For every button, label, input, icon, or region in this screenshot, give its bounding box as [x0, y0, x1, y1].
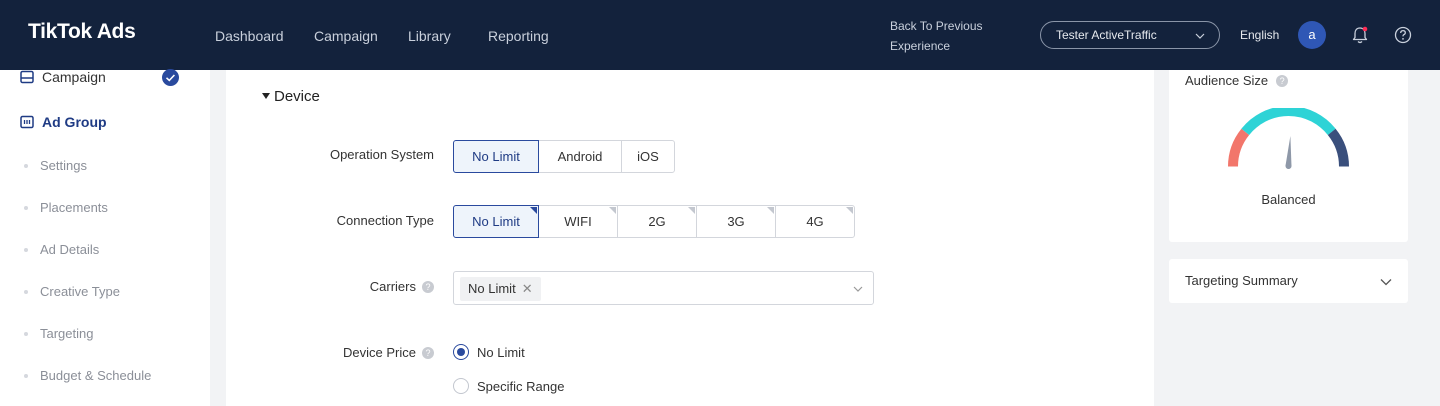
bullet-dot [24, 290, 28, 294]
sidebar-subitem-label: Placements [40, 200, 108, 215]
corner-marker [767, 207, 774, 214]
check-icon [162, 69, 179, 86]
sidebar-subitem-settings[interactable]: Settings [0, 154, 210, 178]
nav-campaign[interactable]: Campaign [314, 28, 378, 44]
operation-system-segmented: No Limit Android iOS [453, 140, 675, 173]
nav-reporting[interactable]: Reporting [488, 28, 549, 44]
sidebar-item-label: Ad Group [42, 114, 107, 130]
option-label: No Limit [472, 214, 520, 229]
campaign-icon [20, 70, 34, 84]
sidebar-subitem-ad-details[interactable]: Ad Details [0, 238, 210, 262]
question-icon[interactable]: ? [422, 281, 434, 293]
corner-marker [846, 207, 853, 214]
sidebar-subitem-budget-schedule[interactable]: Budget & Schedule [0, 364, 210, 388]
targeting-summary-card[interactable]: Targeting Summary [1169, 259, 1408, 303]
carrier-tag-label: No Limit [468, 281, 516, 296]
bullet-dot [24, 374, 28, 378]
conn-option-4g[interactable]: 4G [775, 205, 855, 238]
sidebar-subitem-label: Creative Type [40, 284, 120, 299]
bullet-dot [24, 206, 28, 210]
question-icon[interactable]: ? [1276, 75, 1289, 87]
account-select[interactable]: Tester ActiveTraffic [1040, 21, 1220, 49]
os-option-ios[interactable]: iOS [621, 140, 675, 173]
tiktok-ads-logo[interactable]: TikTok Ads [28, 20, 136, 44]
chevron-down-icon [853, 286, 863, 292]
back-to-previous-experience-link[interactable]: Back To Previous Experience [890, 16, 1000, 56]
device-section-toggle[interactable]: Device [262, 88, 320, 105]
sidebar-subitem-creative-type[interactable]: Creative Type [0, 280, 210, 304]
user-avatar[interactable]: a [1298, 21, 1326, 49]
close-icon[interactable]: ✕ [522, 277, 533, 301]
conn-option-2g[interactable]: 2G [617, 205, 697, 238]
conn-option-3g[interactable]: 3G [696, 205, 776, 238]
gauge-arc-mid [1241, 108, 1336, 136]
sidebar-subitem-label: Ad Details [40, 242, 100, 257]
language-selector[interactable]: English [1240, 28, 1279, 42]
sidebar-subitem-label: Budget & Schedule [40, 368, 152, 383]
device-price-label: Device Price? [343, 345, 434, 360]
sidebar-subitem-targeting[interactable]: Targeting [0, 322, 210, 346]
price-radio-specific-range[interactable]: Specific Range [453, 378, 564, 395]
gauge-arc-low [1228, 128, 1250, 167]
corner-marker [530, 207, 537, 214]
corner-marker [688, 207, 695, 214]
device-price-label-text: Device Price [343, 345, 416, 360]
option-label: 3G [727, 214, 745, 229]
radio-label: No Limit [477, 345, 525, 360]
radio-label: Specific Range [477, 379, 565, 394]
sidebar-item-campaign[interactable]: Campaign [0, 62, 210, 92]
bullet-dot [24, 248, 28, 252]
sidebar-item-label: Campaign [42, 69, 106, 85]
corner-marker [609, 207, 616, 214]
sidebar-item-ad-group[interactable]: Ad Group [0, 107, 210, 137]
sidebar-subitem-placements[interactable]: Placements [0, 196, 210, 220]
bell-icon[interactable] [1350, 25, 1370, 45]
sidebar-subitem-label: Targeting [40, 326, 94, 341]
carriers-label-text: Carriers [369, 279, 416, 294]
bullet-dot [24, 164, 28, 168]
chevron-down-icon [1380, 279, 1392, 286]
caret-down-icon [262, 93, 270, 99]
audience-size-title-text: Audience Size [1185, 73, 1269, 88]
top-header: TikTok Ads Dashboard Campaign Library Re… [0, 0, 1440, 70]
carriers-select[interactable]: No Limit ✕ [453, 271, 874, 305]
carrier-tag: No Limit ✕ [460, 277, 541, 301]
device-targeting-panel: Device Operation System No Limit Android… [226, 70, 1154, 406]
sidebar-subitem-label: Settings [40, 158, 87, 173]
account-name: Tester ActiveTraffic [1056, 28, 1157, 42]
nav-dashboard[interactable]: Dashboard [215, 28, 284, 44]
gauge-arc-high [1327, 128, 1349, 167]
conn-option-wifi[interactable]: WIFI [538, 205, 618, 238]
targeting-summary-title: Targeting Summary [1185, 273, 1298, 288]
chevron-down-icon [1195, 33, 1205, 39]
option-label: 2G [648, 214, 666, 229]
sidebar: Campaign Ad Group Settings Placements Ad… [0, 69, 210, 406]
audience-gauge [1228, 108, 1349, 169]
conn-option-no-limit[interactable]: No Limit [453, 205, 539, 238]
audience-size-title: Audience Size? [1185, 73, 1289, 88]
section-title: Device [274, 88, 320, 105]
option-label: 4G [806, 214, 824, 229]
bullet-dot [24, 332, 28, 336]
scrollbar[interactable] [1423, 70, 1440, 406]
ad-group-icon [20, 115, 34, 129]
option-label: WIFI [564, 214, 592, 229]
carriers-label: Carriers? [370, 279, 434, 294]
question-icon[interactable]: ? [422, 347, 434, 359]
audience-size-status: Balanced [1261, 192, 1316, 207]
os-option-android[interactable]: Android [538, 140, 622, 173]
audience-size-card: Audience Size? Balanced [1169, 70, 1408, 242]
radio-checked-icon [453, 344, 469, 360]
help-icon[interactable] [1393, 25, 1413, 45]
operation-system-label: Operation System [329, 147, 434, 162]
gauge-needle [1285, 136, 1292, 169]
connection-type-segmented: No Limit WIFI 2G 3G 4G [453, 205, 855, 238]
os-option-no-limit[interactable]: No Limit [453, 140, 539, 173]
nav-library[interactable]: Library [408, 28, 451, 44]
radio-unchecked-icon [453, 378, 469, 394]
price-radio-no-limit[interactable]: No Limit [453, 344, 525, 361]
connection-type-label: Connection Type [336, 213, 434, 228]
